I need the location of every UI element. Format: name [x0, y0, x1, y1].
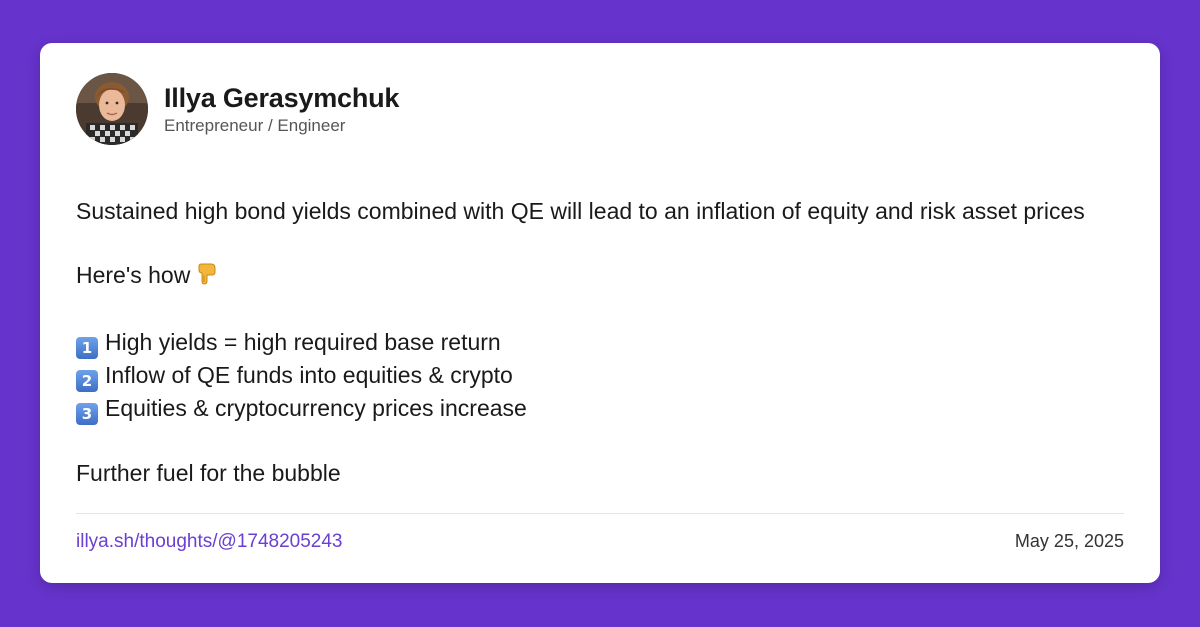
- author-header: Illya Gerasymchuk Entrepreneur / Enginee…: [76, 73, 399, 145]
- keycap-2-icon: 2: [76, 370, 98, 392]
- post-paragraph: Further fuel for the bubble: [76, 460, 341, 486]
- author-identity: Illya Gerasymchuk Entrepreneur / Enginee…: [164, 82, 399, 137]
- list-item-text: Equities & cryptocurrency prices increas…: [105, 395, 527, 421]
- post-footer: illya.sh/thoughts/@1748205243 May 25, 20…: [76, 513, 1124, 572]
- list-item: 1 High yields = high required base return: [76, 326, 1116, 359]
- author-name[interactable]: Illya Gerasymchuk: [164, 82, 399, 114]
- author-title: Entrepreneur / Engineer: [164, 115, 346, 135]
- avatar-photo-icon: [76, 73, 148, 145]
- permalink-link[interactable]: illya.sh/thoughts/@1748205243: [76, 531, 342, 553]
- post-paragraph: Sustained high bond yields combined with…: [76, 198, 1085, 224]
- keycap-1-icon: 1: [76, 337, 98, 359]
- pointing-down-icon: [196, 262, 218, 294]
- avatar[interactable]: [76, 73, 148, 145]
- keycap-3-icon: 3: [76, 403, 98, 425]
- list-item-text: Inflow of QE funds into equities & crypt…: [105, 362, 513, 388]
- list-item-text: High yields = high required base return: [105, 329, 501, 355]
- list-item: 2 Inflow of QE funds into equities & cryp…: [76, 359, 1116, 392]
- post-card: Illya Gerasymchuk Entrepreneur / Enginee…: [40, 43, 1160, 583]
- post-body: Sustained high bond yields combined with…: [76, 195, 1116, 510]
- post-paragraph: Here's how: [76, 259, 1116, 294]
- post-date: May 25, 2025: [1014, 531, 1124, 551]
- list-item: 3 Equities & cryptocurrency prices increa…: [76, 392, 1116, 425]
- post-paragraph-text: Here's how: [76, 262, 191, 288]
